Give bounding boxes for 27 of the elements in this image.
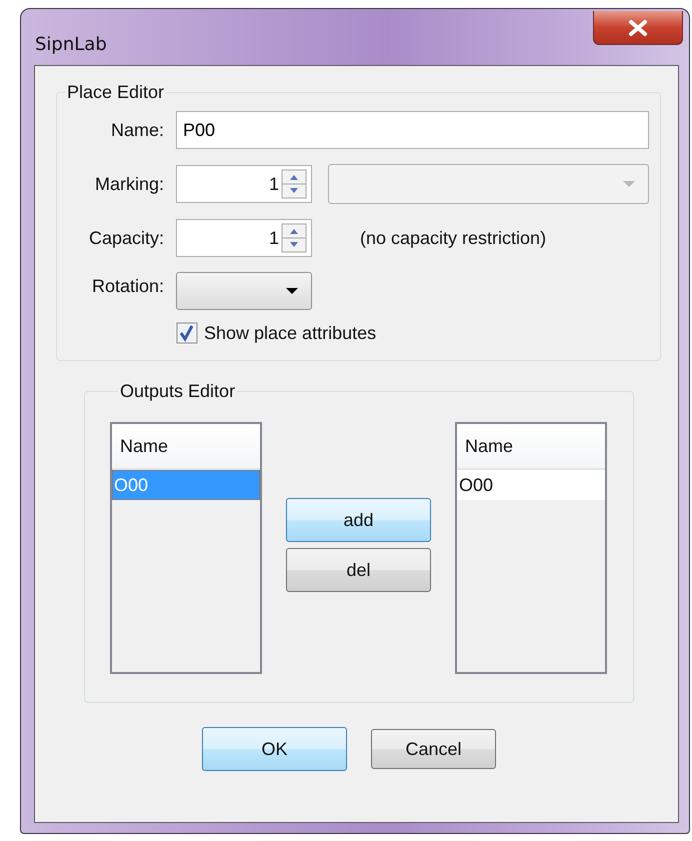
checkbox-label: Show place attributes bbox=[204, 322, 376, 344]
group-title: Outputs Editor bbox=[119, 381, 236, 402]
capacity-note: (no capacity restriction) bbox=[360, 228, 546, 248]
rotation-dropdown[interactable] bbox=[176, 272, 312, 310]
ok-button[interactable]: OK bbox=[202, 727, 347, 771]
list-item[interactable]: O00 bbox=[457, 470, 605, 500]
window-title: SipnLab bbox=[35, 34, 107, 55]
add-button[interactable]: add bbox=[286, 498, 431, 542]
checkbox[interactable] bbox=[176, 322, 198, 344]
marking-label: Marking: bbox=[94, 174, 164, 194]
column-header[interactable]: Name bbox=[112, 424, 260, 470]
capacity-spinbox[interactable]: 1 bbox=[176, 219, 312, 257]
spin-arrows-icon bbox=[281, 169, 307, 199]
rotation-label: Rotation: bbox=[90, 276, 164, 297]
dropdown-arrow-icon bbox=[622, 180, 636, 188]
capacity-label: Capacity: bbox=[88, 228, 164, 248]
delete-button[interactable]: del bbox=[286, 548, 431, 592]
marking-spinbox[interactable]: 1 bbox=[176, 165, 312, 203]
name-field[interactable]: P00 bbox=[176, 111, 649, 149]
spin-arrows-icon bbox=[281, 223, 307, 253]
group-title: Place Editor bbox=[66, 82, 166, 103]
cancel-button[interactable]: Cancel bbox=[371, 729, 496, 769]
dropdown-arrow-icon bbox=[285, 287, 299, 295]
close-icon bbox=[627, 18, 649, 36]
column-header[interactable]: Name bbox=[457, 424, 605, 470]
close-button[interactable] bbox=[593, 11, 683, 45]
name-label: Name: bbox=[110, 120, 164, 140]
